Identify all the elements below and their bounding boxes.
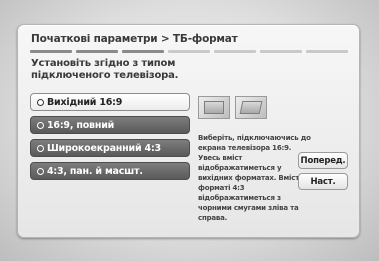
option-4-3-pan-scan[interactable]: 4:3, пан. й масшт.: [30, 162, 190, 180]
option-label: Широкоекранний 4:3: [47, 142, 161, 154]
option-widescreen-4-3[interactable]: Широкоекранний 4:3: [30, 139, 190, 157]
progress-step: [168, 50, 210, 53]
option-label: Вихідний 16:9: [47, 96, 123, 108]
option-16-9-full[interactable]: 16:9, повний: [30, 116, 190, 134]
radio-icon: [37, 144, 44, 152]
setup-progress-steps: [30, 50, 348, 54]
progress-step: [260, 50, 302, 53]
radio-icon: [37, 167, 44, 175]
progress-step: [30, 50, 72, 53]
setup-dialog: Початкові параметри > ТБ-формат Установі…: [17, 24, 360, 238]
progress-step: [76, 50, 118, 53]
option-description: Виберіть, підключаючись до екрана телеві…: [198, 134, 311, 222]
instruction-text: Установіть згідно з типом підключеного т…: [31, 58, 179, 81]
tv-preview-icon: [198, 96, 230, 119]
progress-step: [122, 50, 164, 53]
option-label: 16:9, повний: [47, 119, 115, 131]
progress-step: [306, 50, 348, 53]
dialog-title: Початкові параметри > ТБ-формат: [31, 33, 238, 45]
tv-preview-icon: [235, 96, 267, 119]
option-label: 4:3, пан. й масшт.: [47, 165, 143, 177]
option-original-16-9[interactable]: Вихідний 16:9: [30, 93, 190, 111]
previous-button[interactable]: Поперед.: [298, 152, 348, 169]
radio-icon: [37, 121, 44, 129]
radio-icon: [37, 98, 44, 106]
format-preview: [198, 96, 267, 119]
progress-step: [214, 50, 256, 53]
next-button[interactable]: Наст.: [298, 173, 348, 190]
